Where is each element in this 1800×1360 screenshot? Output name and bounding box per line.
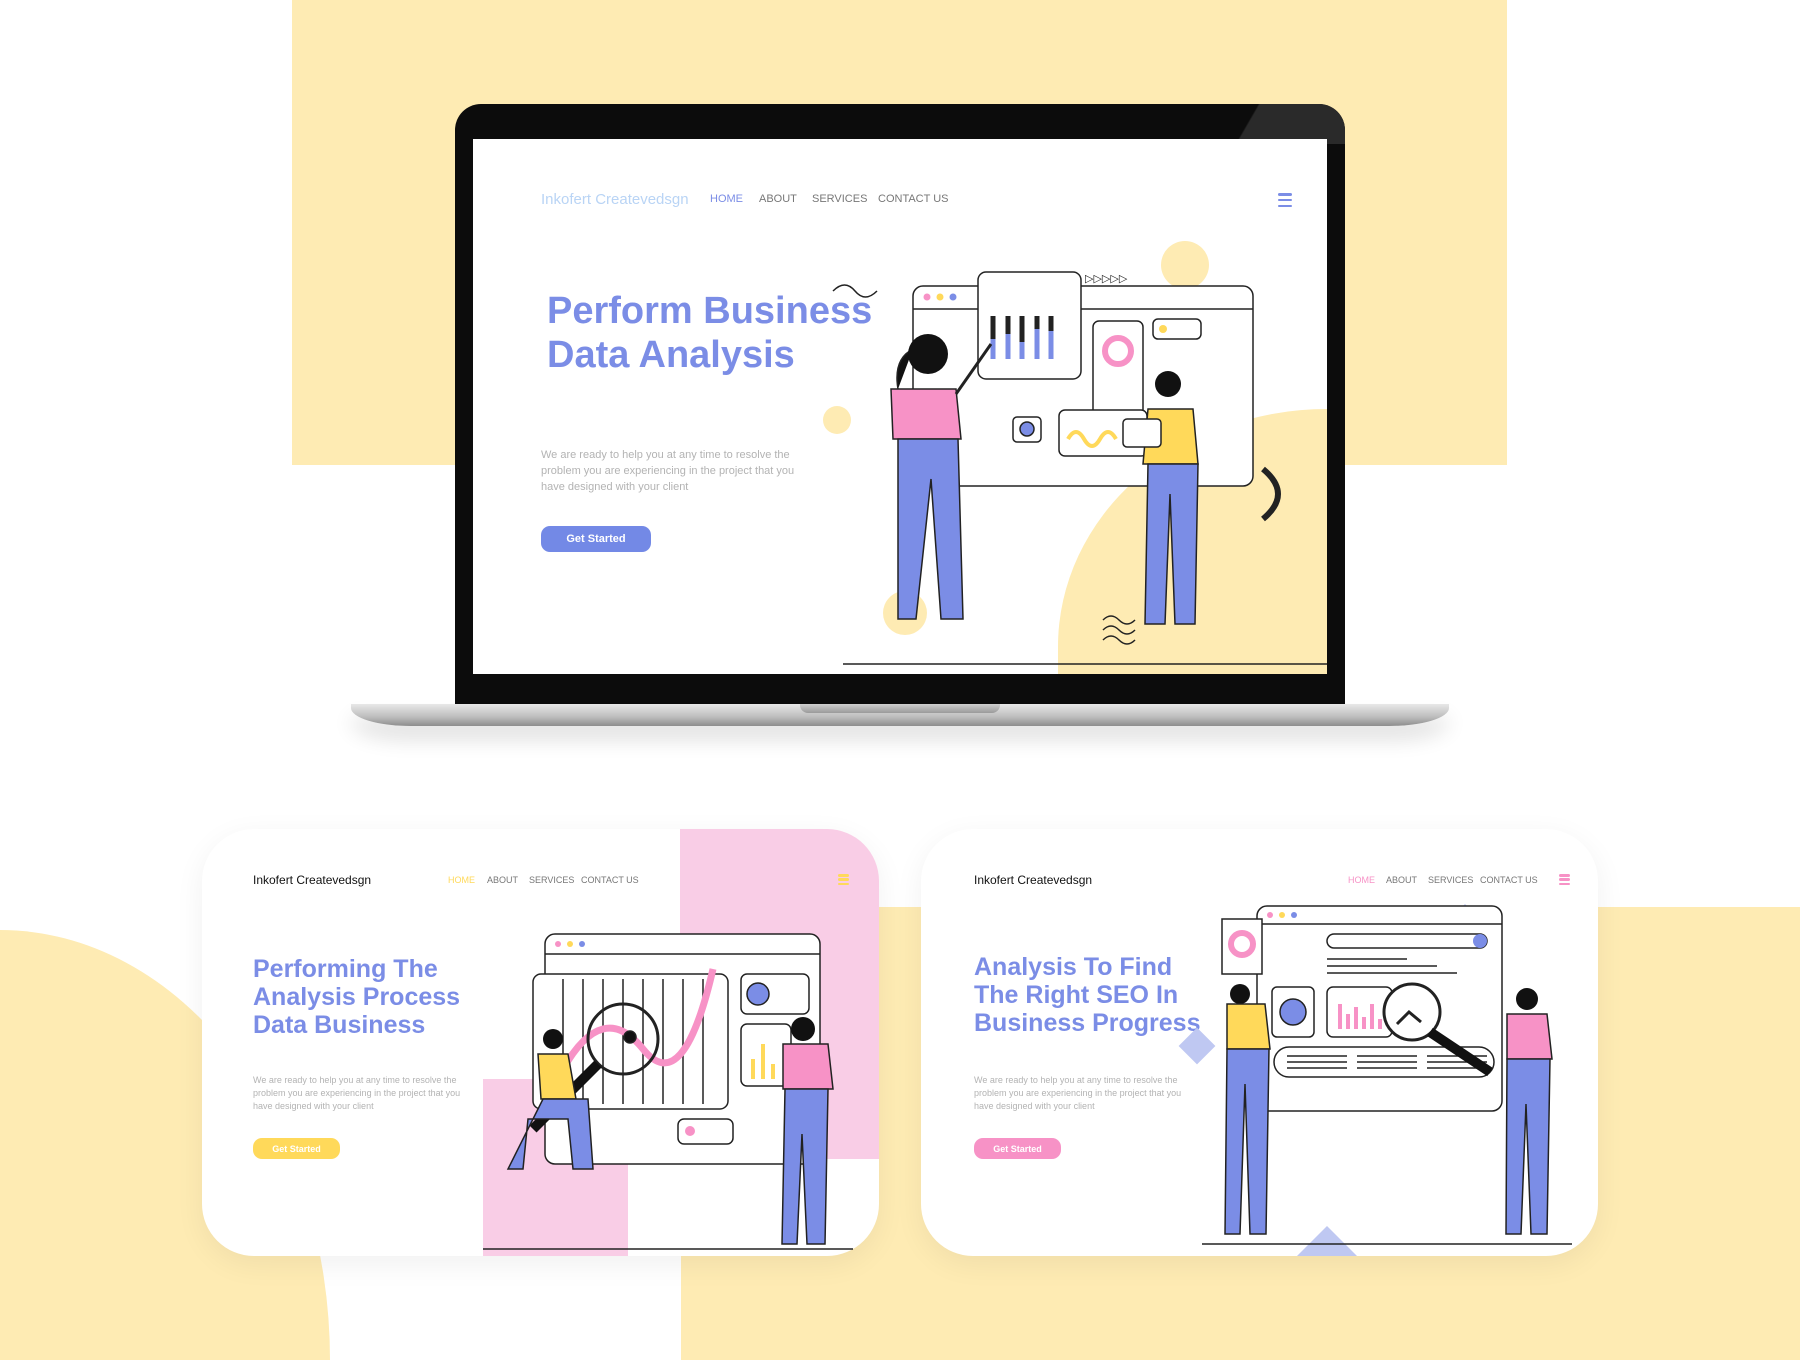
logo[interactable]: Inkofert Createvedsgn (253, 873, 371, 887)
svg-text:▷▷▷▷▷: ▷▷▷▷▷ (1085, 273, 1128, 285)
hamburger-icon[interactable] (838, 874, 849, 885)
page-title: Analysis To Find The Right SEO In Busine… (974, 953, 1201, 1037)
nav-about[interactable]: ABOUT (487, 875, 518, 885)
nav-contact[interactable]: CONTACT US (878, 193, 949, 205)
nav-about[interactable]: ABOUT (1386, 875, 1417, 885)
get-started-button[interactable]: Get Started (541, 526, 651, 552)
description: We are ready to help you at any time to … (253, 1075, 461, 1111)
get-started-button[interactable]: Get Started (253, 1138, 340, 1159)
analysis-process-illustration (483, 933, 853, 1250)
laptop-screen: Inkofert Createvedsgn HOME ABOUT SERVICE… (473, 139, 1327, 674)
nav-home[interactable]: HOME (710, 193, 743, 205)
title-line: Analysis Process (253, 983, 461, 1011)
nav-services[interactable]: SERVICES (529, 875, 574, 885)
logo[interactable]: Inkofert Createvedsgn (974, 873, 1092, 887)
title-line: Analysis To Find (974, 953, 1173, 981)
seo-illustration (1202, 904, 1572, 1256)
nav-services[interactable]: SERVICES (812, 193, 867, 205)
nav-contact[interactable]: CONTACT US (581, 875, 639, 885)
title-line: Data Business (253, 1011, 426, 1039)
landing-card-2: Inkofert Createvedsgn HOME ABOUT SERVICE… (921, 829, 1598, 1256)
laptop-notch (800, 704, 1000, 713)
data-analysis-illustration: ▷▷▷▷▷ (823, 241, 1327, 665)
nav-services[interactable]: SERVICES (1428, 875, 1473, 885)
logo[interactable]: Inkofert Createvedsgn (541, 191, 689, 208)
title-line: Performing The (253, 955, 438, 983)
page-title: Performing The Analysis Process Data Bus… (253, 955, 460, 1039)
nav-contact[interactable]: CONTACT US (1480, 875, 1538, 885)
title-line: The Right SEO In (974, 981, 1179, 1009)
description: We are ready to help you at any time to … (541, 449, 795, 493)
hamburger-icon[interactable] (1278, 193, 1292, 207)
landing-card-1: Inkofert Createvedsgn HOME ABOUT SERVICE… (202, 829, 879, 1256)
nav-home[interactable]: HOME (448, 875, 475, 885)
hamburger-icon[interactable] (1559, 874, 1570, 885)
description: We are ready to help you at any time to … (974, 1075, 1182, 1111)
get-started-button[interactable]: Get Started (974, 1138, 1061, 1159)
nav-home[interactable]: HOME (1348, 875, 1375, 885)
nav-about[interactable]: ABOUT (759, 193, 797, 205)
title-line: Business Progress (974, 1009, 1201, 1037)
